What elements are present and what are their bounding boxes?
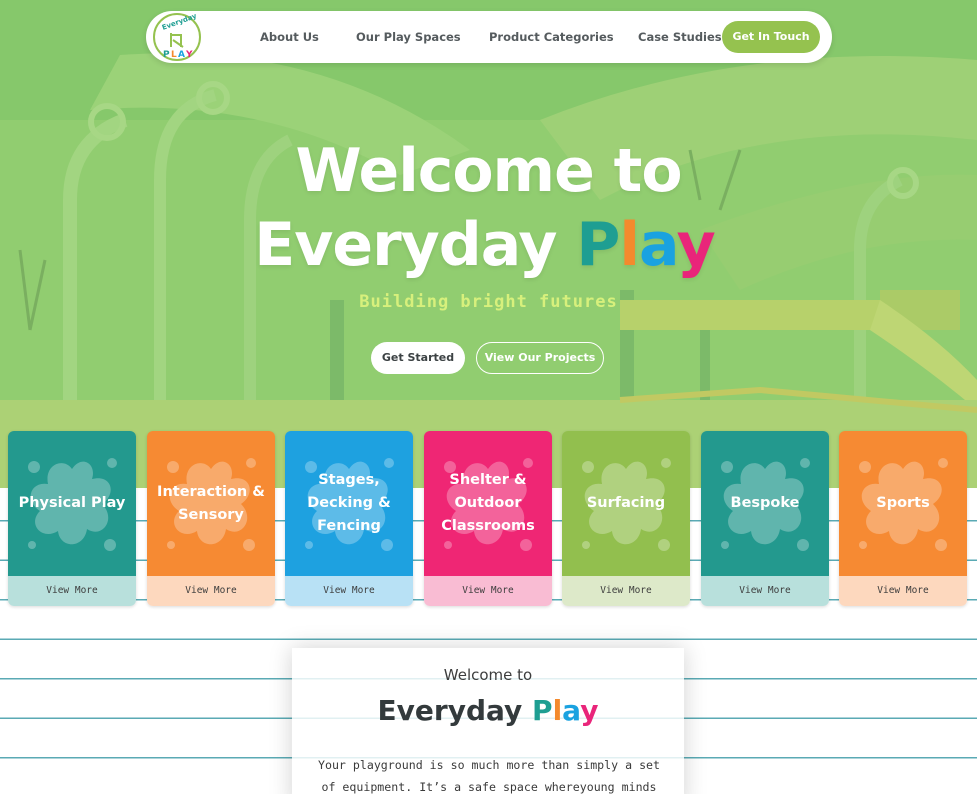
category-card[interactable]: Surfacing View More: [562, 431, 690, 606]
nav-link-about-us[interactable]: About Us: [260, 11, 319, 63]
hero-title-line2: Everyday Play: [0, 210, 973, 280]
category-card[interactable]: Bespoke View More: [701, 431, 829, 606]
category-card-face: Interaction & Sensory: [147, 431, 275, 576]
category-card[interactable]: Shelter & Outdoor Classrooms View More: [424, 431, 552, 606]
top-navigation: Everyday P L A Y About Us Our Play Space…: [146, 11, 832, 63]
category-card-title: Interaction & Sensory: [157, 483, 265, 523]
category-card[interactable]: Stages, Decking & Fencing View More: [285, 431, 413, 606]
get-in-touch-button[interactable]: Get In Touch: [722, 21, 820, 53]
category-card-face: Physical Play: [8, 431, 136, 576]
category-card-face: Bespoke: [701, 431, 829, 576]
play-letter-l: l: [619, 210, 640, 280]
view-more-link[interactable]: View More: [562, 576, 690, 606]
get-started-button[interactable]: Get Started: [371, 342, 465, 374]
category-card-face: Sports: [839, 431, 967, 576]
welcome-play-letter-p: P: [532, 694, 553, 727]
category-card-title: Stages, Decking & Fencing: [307, 472, 391, 534]
svg-text:A: A: [178, 50, 185, 60]
play-letter-y: y: [676, 210, 716, 280]
view-more-link[interactable]: View More: [839, 576, 967, 606]
category-card[interactable]: Sports View More: [839, 431, 967, 606]
welcome-panel-body: Your playground is so much more than sim…: [317, 758, 661, 794]
welcome-play-letter-a: a: [562, 694, 581, 727]
category-card-title: Bespoke: [730, 495, 800, 511]
category-card[interactable]: Interaction & Sensory View More: [147, 431, 275, 606]
play-letter-a: a: [638, 210, 678, 280]
play-letter-p: P: [576, 210, 620, 280]
hero-subtitle: Building bright futures: [359, 292, 618, 312]
view-more-link[interactable]: View More: [8, 576, 136, 606]
category-card-face: Shelter & Outdoor Classrooms: [424, 431, 552, 576]
hero-title-everyday: Everyday: [254, 210, 557, 280]
hero-section: Everyday P L A Y About Us Our Play Space…: [0, 0, 977, 488]
category-card-title: Shelter & Outdoor Classrooms: [441, 472, 535, 534]
view-more-link[interactable]: View More: [285, 576, 413, 606]
view-more-link[interactable]: View More: [701, 576, 829, 606]
nav-link-our-play-spaces[interactable]: Our Play Spaces: [356, 11, 461, 63]
category-card-title: Physical Play: [18, 495, 126, 511]
svg-text:Y: Y: [185, 50, 193, 60]
welcome-play-letter-y: y: [580, 694, 599, 727]
welcome-play-letter-l: l: [552, 694, 563, 727]
view-more-link[interactable]: View More: [424, 576, 552, 606]
category-card-title: Surfacing: [586, 495, 666, 511]
hero-title-line1: Welcome to: [295, 136, 682, 206]
view-more-link[interactable]: View More: [147, 576, 275, 606]
everyday-play-logo[interactable]: Everyday P L A Y: [149, 13, 205, 61]
svg-text:L: L: [171, 50, 177, 60]
category-card-title: Sports: [876, 495, 930, 511]
welcome-panel-title: Everyday Play: [292, 694, 684, 727]
category-card-face: Stages, Decking & Fencing: [285, 431, 413, 576]
category-card-face: Surfacing: [562, 431, 690, 576]
nav-link-case-studies[interactable]: Case Studies: [638, 11, 722, 63]
welcome-panel: Welcome to Everyday Play Your playground…: [292, 648, 684, 794]
svg-text:P: P: [163, 50, 170, 60]
category-card[interactable]: Physical Play View More: [8, 431, 136, 606]
welcome-title-everyday: Everyday: [377, 694, 523, 727]
view-our-projects-button[interactable]: View Our Projects: [476, 342, 604, 374]
nav-link-product-categories[interactable]: Product Categories: [489, 11, 614, 63]
welcome-panel-pretitle: Welcome to: [443, 666, 533, 684]
